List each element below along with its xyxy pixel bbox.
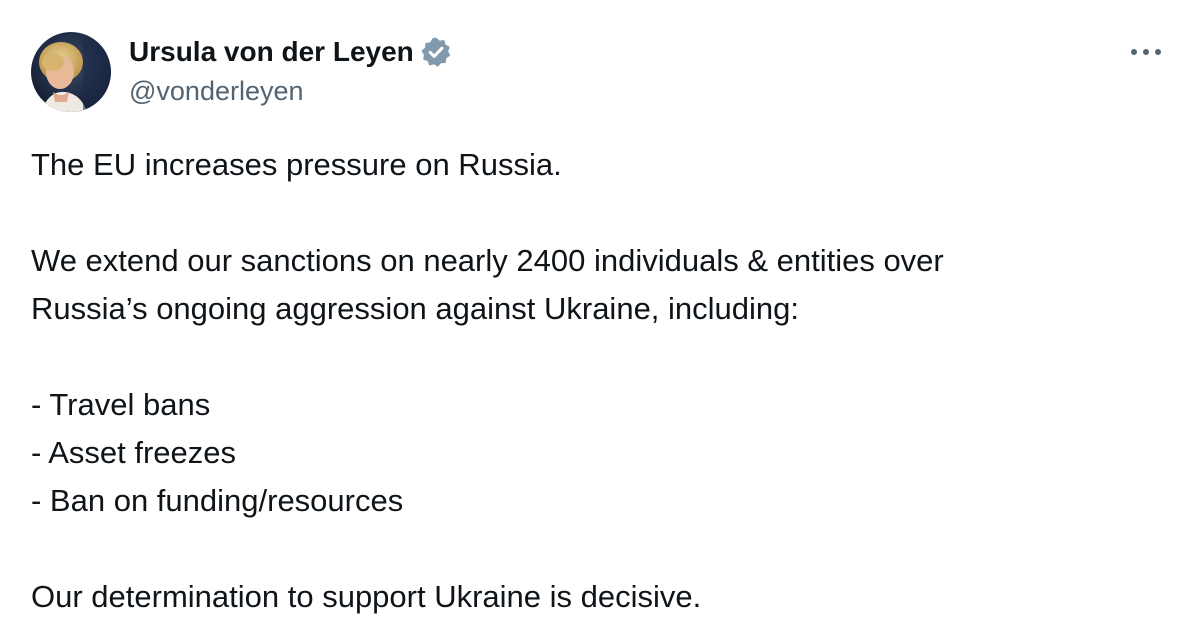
verified-badge-icon[interactable]	[420, 36, 452, 68]
author-handle[interactable]: @vonderleyen	[129, 74, 452, 108]
more-options-icon	[1131, 49, 1161, 55]
tweet-line: The EU increases pressure on Russia.	[31, 147, 562, 182]
author-block: Ursula von der Leyen @vonderleyen	[129, 34, 452, 108]
author-display-name[interactable]: Ursula von der Leyen	[129, 34, 414, 70]
tweet-list-item: - Ban on funding/resources	[31, 483, 404, 518]
avatar[interactable]	[31, 32, 111, 112]
tweet-line: We extend our sanctions on nearly 2400 i…	[31, 243, 944, 278]
profile-photo-icon	[31, 32, 111, 112]
name-row: Ursula von der Leyen	[129, 34, 452, 70]
more-options-button[interactable]	[1126, 38, 1166, 66]
tweet-line: Russia’s ongoing aggression against Ukra…	[31, 291, 800, 326]
tweet-list-item: - Asset freezes	[31, 435, 237, 470]
tweet-text: The EU increases pressure on Russia. We …	[31, 141, 1151, 621]
tweet-card: Ursula von der Leyen @vonderleyen The EU…	[0, 0, 1194, 630]
tweet-list-item: - Travel bans	[31, 387, 211, 422]
tweet-line: Our determination to support Ukraine is …	[31, 579, 702, 614]
